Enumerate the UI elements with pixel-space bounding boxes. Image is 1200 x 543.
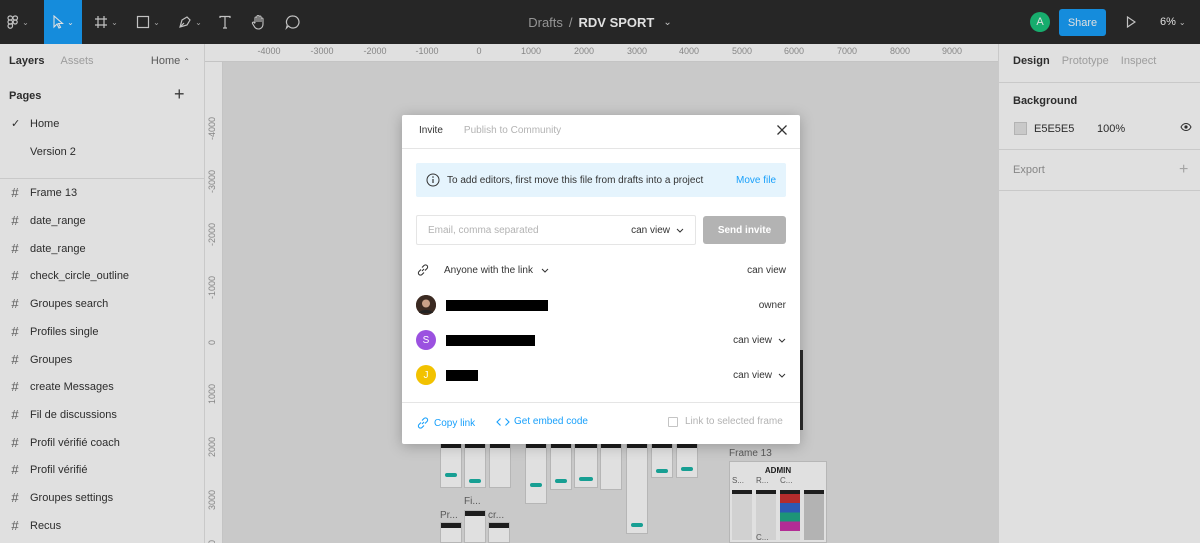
divider <box>402 148 800 149</box>
chevron-down-icon <box>541 268 549 273</box>
link-frame-checkbox[interactable] <box>668 416 678 427</box>
invite-permission-dropdown[interactable]: can view <box>631 225 684 236</box>
send-invite-button[interactable]: Send invite <box>703 216 786 244</box>
copy-link-button[interactable]: Copy link <box>416 416 475 430</box>
move-file-link[interactable]: Move file <box>736 175 776 186</box>
link-permission: can view <box>747 264 786 276</box>
invite-permission-label: can view <box>631 224 670 236</box>
redacted-name <box>446 334 535 346</box>
copy-link-label: Copy link <box>434 417 476 429</box>
collaborator-permission-dropdown[interactable]: can view <box>733 335 786 346</box>
tab-publish-community[interactable]: Publish to Community <box>464 125 561 136</box>
avatar: S <box>416 330 436 350</box>
notice-text: To add editors, first move this file fro… <box>447 174 704 186</box>
collaborator-row: owner <box>416 294 786 316</box>
redacted-name <box>446 369 478 381</box>
divider <box>402 402 800 403</box>
tab-invite[interactable]: Invite <box>419 125 443 136</box>
link-frame-label: Link to selected frame <box>685 416 783 427</box>
collaborator-role: owner <box>758 299 786 311</box>
chevron-down-icon <box>778 373 786 378</box>
code-icon <box>496 417 510 426</box>
link-selected-frame-option[interactable]: Link to selected frame <box>668 416 783 427</box>
embed-code-button[interactable]: Get embed code <box>496 416 588 427</box>
collaborator-role: can view <box>733 334 772 346</box>
avatar: J <box>416 365 436 385</box>
link-access-dropdown[interactable]: Anyone with the link <box>444 265 549 276</box>
collaborator-role: can view <box>733 369 772 381</box>
close-icon[interactable] <box>776 124 788 139</box>
link-access-row: Anyone with the link can view <box>416 261 786 279</box>
collaborator-row: S can view <box>416 329 786 351</box>
chevron-down-icon <box>676 228 684 233</box>
redacted-name <box>446 299 548 311</box>
email-invite-field: can view <box>416 215 696 245</box>
email-input[interactable] <box>428 224 632 236</box>
info-notice: To add editors, first move this file fro… <box>416 163 786 197</box>
chevron-down-icon <box>778 338 786 343</box>
link-icon <box>417 264 429 276</box>
avatar <box>416 295 436 315</box>
share-modal: Invite Publish to Community To add edito… <box>402 115 800 444</box>
collaborator-permission-dropdown[interactable]: can view <box>733 370 786 381</box>
info-icon <box>426 173 440 187</box>
link-icon <box>417 417 429 429</box>
embed-code-label: Get embed code <box>514 416 588 427</box>
collaborator-row: J can view <box>416 364 786 386</box>
link-access-label: Anyone with the link <box>444 264 533 276</box>
